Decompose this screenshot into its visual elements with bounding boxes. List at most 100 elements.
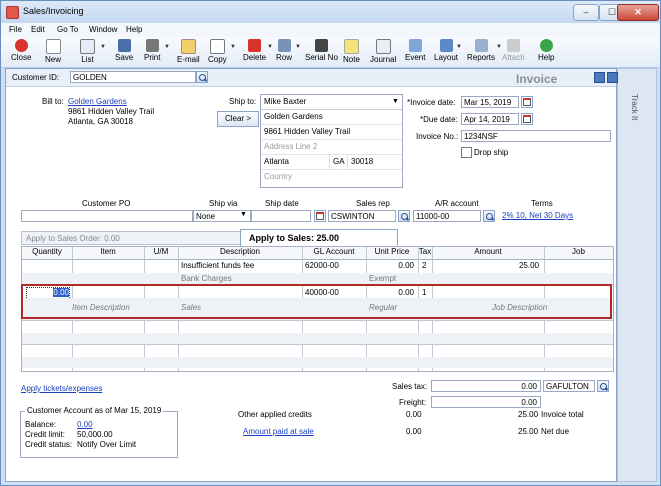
note-button[interactable]: Note (343, 39, 360, 64)
row2-gl-account[interactable]: 40000-00 (305, 288, 339, 297)
row1-description[interactable]: Insufficient funds fee (181, 261, 254, 270)
delete-x-icon (248, 39, 262, 52)
next-record-icon[interactable] (607, 72, 618, 83)
ship-to-state[interactable]: GA (333, 157, 345, 166)
row1-gl-account[interactable]: 62000-00 (305, 261, 339, 270)
event-button[interactable]: Event (405, 39, 425, 62)
terms-link[interactable]: 2% 10, Net 30 Days (502, 211, 573, 220)
event-icon (408, 39, 422, 52)
sales-rep-lookup-icon[interactable] (398, 210, 410, 222)
print-dropdown-icon[interactable]: ▼ (164, 44, 170, 50)
track-it-panel[interactable]: Track It (617, 68, 657, 482)
menu-window[interactable]: Window (89, 25, 117, 34)
drop-ship-checkbox[interactable] (461, 147, 472, 158)
ship-to-address2-placeholder[interactable]: Address Line 2 (264, 142, 317, 151)
save-button[interactable]: Save (115, 39, 133, 62)
help-button[interactable]: Help (538, 39, 554, 62)
layout-button[interactable]: Layout ▼ (434, 39, 462, 62)
invoice-no-input[interactable]: 1234NSF (461, 130, 611, 142)
credit-status-value: Notify Over Limit (77, 440, 137, 449)
chevron-down-icon[interactable]: ▼ (390, 96, 401, 107)
previous-record-icon[interactable] (594, 72, 605, 83)
customer-po-label: Customer PO (82, 199, 131, 208)
menu-goto[interactable]: Go To (57, 25, 78, 34)
freight-label: Freight: (399, 398, 427, 407)
credit-status-label: Credit status: (25, 440, 73, 449)
print-button[interactable]: Print ▼ (144, 39, 170, 62)
delete-button[interactable]: Delete ▼ (243, 39, 273, 62)
journal-button[interactable]: Journal (370, 39, 396, 64)
list-button[interactable]: List ▼ (80, 39, 106, 64)
row1-unit-price[interactable]: 0.00 (366, 261, 414, 270)
ship-to-zip[interactable]: 30018 (351, 157, 373, 166)
row2-unit-price[interactable]: 0.00 (366, 288, 414, 297)
ship-to-address1[interactable]: 9861 Hidden Valley Trail (264, 127, 350, 136)
menu-edit[interactable]: Edit (31, 25, 45, 34)
ship-to-country-placeholder[interactable]: Country (264, 172, 292, 181)
apply-tickets-link[interactable]: Apply tickets/expenses (21, 384, 102, 393)
row2-tax[interactable]: 1 (422, 288, 426, 297)
calendar-icon[interactable] (521, 96, 533, 108)
attach-button[interactable]: Attach (502, 39, 525, 62)
amount-paid-link[interactable]: Amount paid at sale (243, 427, 314, 436)
row1-amount[interactable]: 25.00 (432, 261, 539, 270)
form-header: Customer ID: GOLDEN Invoice (6, 69, 618, 87)
minimize-button[interactable]: – (573, 4, 599, 21)
sales-tax-code-input[interactable]: GAFULTON (543, 380, 595, 392)
title-bar: Sales/Invoicing – ☐ ✕ (1, 1, 660, 23)
email-button[interactable]: E-mail (177, 39, 200, 64)
amount-paid-value: 0.00 (406, 427, 422, 436)
row1-sub-description: Bank Charges (181, 274, 232, 283)
customer-lookup-button[interactable] (196, 71, 208, 83)
row-dropdown-icon[interactable]: ▼ (295, 44, 301, 50)
list-dropdown-icon[interactable]: ▼ (100, 44, 106, 50)
due-date-input[interactable]: Apr 14, 2019 (461, 113, 519, 125)
bill-to-name-link[interactable]: Golden Gardens (68, 97, 127, 106)
ship-to-name[interactable]: Golden Gardens (264, 112, 323, 121)
toolbar: Close New List ▼ Save Print ▼ E-mail Copy ▼… (1, 37, 660, 68)
col-um: U/M (153, 247, 169, 256)
balance-link[interactable]: 0.00 (77, 420, 93, 429)
ship-date-input[interactable] (251, 210, 311, 222)
reports-button[interactable]: Reports ▼ (467, 39, 502, 62)
delete-dropdown-icon[interactable]: ▼ (267, 44, 273, 50)
customer-id-input[interactable]: GOLDEN (70, 71, 196, 83)
ar-account-input[interactable]: 11000-00 (413, 210, 481, 222)
ship-to-contact-select[interactable]: Mike Baxter ▼ (261, 95, 402, 110)
reports-icon (474, 39, 488, 52)
ar-account-lookup-icon[interactable] (483, 210, 495, 222)
row-button[interactable]: Row ▼ (276, 39, 301, 62)
customer-id-label: Customer ID: (12, 73, 60, 82)
menu-file[interactable]: File (9, 25, 22, 34)
copy-dropdown-icon[interactable]: ▼ (230, 44, 236, 50)
menu-help[interactable]: Help (126, 25, 142, 34)
ship-to-city[interactable]: Atlanta (264, 157, 289, 166)
close-window-button[interactable]: ✕ (617, 4, 659, 21)
invoice-date-input[interactable]: Mar 15, 2019 (461, 96, 519, 108)
save-icon (117, 39, 131, 52)
customer-po-input[interactable] (21, 210, 193, 222)
layout-dropdown-icon[interactable]: ▼ (456, 44, 462, 50)
clear-ship-to-button[interactable]: Clear > (217, 111, 259, 127)
tab-apply-sales[interactable]: Apply to Sales: 25.00 (240, 229, 398, 246)
copy-button[interactable]: Copy ▼ (208, 39, 236, 64)
calendar-icon[interactable] (314, 210, 326, 222)
sales-tax-amount: 0.00 (431, 380, 541, 392)
freight-input[interactable]: 0.00 (431, 396, 541, 408)
ship-to-box: Mike Baxter ▼ Golden Gardens 9861 Hidden… (260, 94, 403, 188)
row1-tax[interactable]: 2 (422, 261, 426, 270)
chevron-down-icon[interactable]: ▼ (240, 211, 247, 218)
envelope-icon (180, 39, 196, 54)
sales-tax-lookup-icon[interactable] (597, 380, 609, 392)
new-button[interactable]: New (45, 39, 61, 64)
calendar-icon[interactable] (521, 113, 533, 125)
net-due-label: Net due (541, 427, 570, 436)
serial-no-button[interactable]: Serial No (305, 39, 338, 62)
col-job: Job (572, 247, 585, 256)
sales-rep-input[interactable]: CSWINTON (328, 210, 396, 222)
tab-apply-sales-order[interactable]: Apply to Sales Order: 0.00 (21, 231, 241, 245)
row2-sub-job-description: Job Description (492, 303, 548, 312)
ar-account-label: A/R account (435, 199, 479, 208)
ship-to-label: Ship to: (229, 97, 257, 106)
close-button[interactable]: Close (11, 39, 31, 62)
